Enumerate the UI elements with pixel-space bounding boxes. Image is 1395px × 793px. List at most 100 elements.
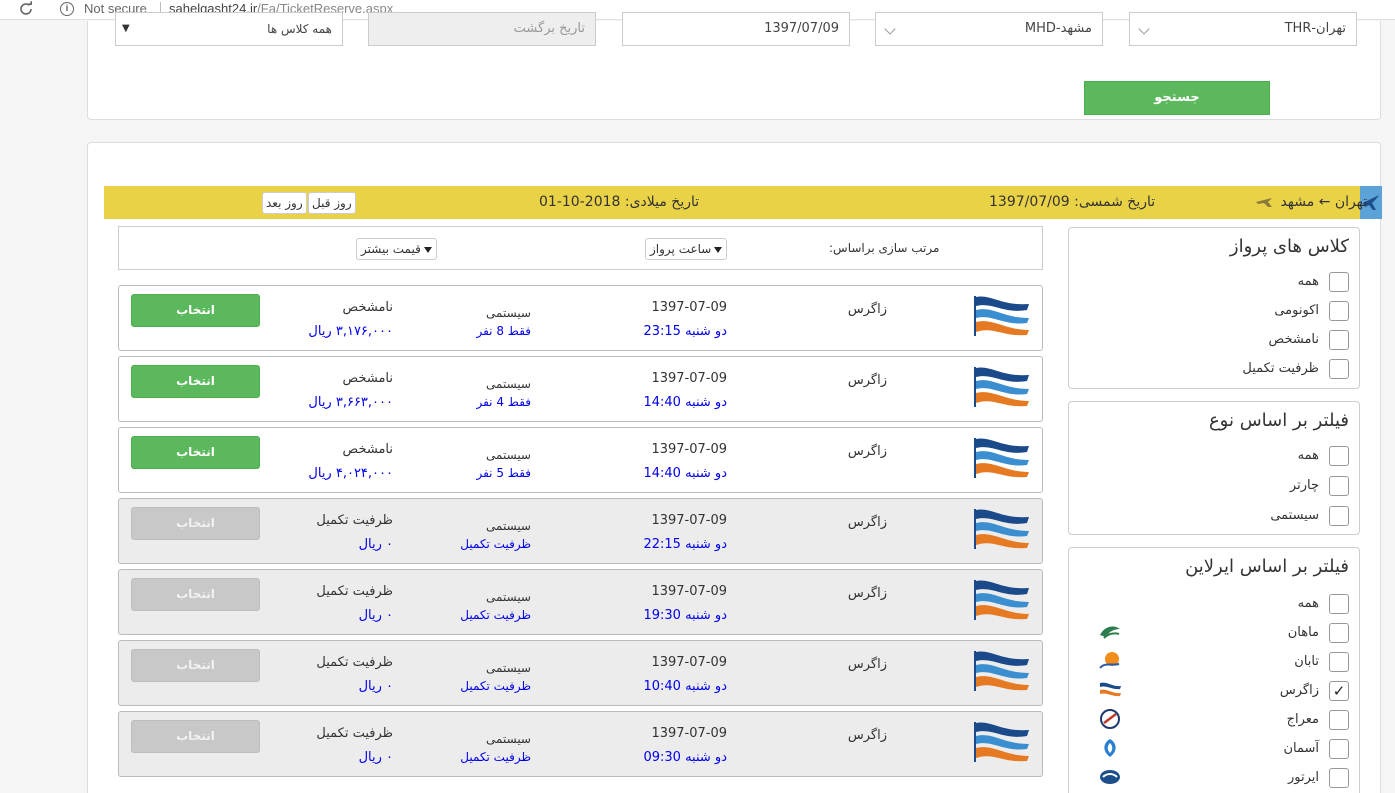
select-flight-button[interactable]: انتخاب — [131, 294, 260, 327]
flight-seats: ظرفیت تکمیل — [460, 608, 531, 622]
select-flight-button[interactable]: انتخاب — [131, 436, 260, 469]
checkbox[interactable]: ✓ — [1329, 681, 1349, 701]
flight-type: سیستمی — [486, 519, 531, 533]
flight-date: 1397-07-09 — [651, 726, 727, 741]
checkbox[interactable] — [1329, 476, 1349, 496]
filter-item-label: همه — [1297, 596, 1319, 611]
dropdown-arrow-icon: ▼ — [122, 23, 130, 34]
checkbox[interactable] — [1329, 506, 1349, 526]
flight-class: ظرفیت تکمیل — [316, 655, 393, 670]
checkbox[interactable] — [1329, 594, 1349, 614]
filter-item[interactable]: همه — [1089, 446, 1349, 466]
info-icon[interactable]: i — [60, 2, 74, 16]
flight-type: سیستمی — [486, 590, 531, 604]
checkbox[interactable] — [1329, 623, 1349, 643]
filter-item-label: ماهان — [1287, 625, 1319, 640]
filter-item[interactable]: تابان — [1089, 652, 1349, 672]
filter-item-label: نامشخص — [1268, 332, 1319, 347]
flight-seats: فقط 4 نفر — [476, 395, 531, 409]
filter-item[interactable]: ایرتور — [1089, 768, 1349, 788]
zagros-logo-icon — [971, 718, 1033, 764]
flight-row: زاگرس 1397-07-09 دو شنبه 14:40 سیستمی فقط 4 … — [118, 356, 1043, 422]
checkbox[interactable] — [1329, 359, 1349, 379]
flight-time: دو شنبه 14:40 — [643, 395, 727, 410]
checkbox[interactable] — [1329, 768, 1349, 788]
flight-seats: فقط 5 نفر — [476, 466, 531, 480]
filter-item[interactable]: ماهان — [1089, 623, 1349, 643]
flight-class: نامشخص — [342, 371, 393, 386]
filter-item[interactable]: همه — [1089, 594, 1349, 614]
flight-airline: زاگرس — [847, 444, 887, 459]
flight-date: 1397-07-09 — [651, 655, 727, 670]
flight-airline: زاگرس — [847, 373, 887, 388]
filter-item-label: ظرفیت تکمیل — [1242, 361, 1319, 376]
flight-airline: زاگرس — [847, 515, 887, 530]
filter-icon — [423, 246, 432, 253]
flight-date: 1397-07-09 — [651, 442, 727, 457]
destination-select[interactable]: مشهد-MHD — [875, 12, 1103, 46]
select-flight-button[interactable]: انتخاب — [131, 365, 260, 398]
filter-item[interactable]: همه — [1089, 272, 1349, 292]
filter-icon — [714, 246, 723, 253]
class-filter-box: کلاس های پرواز همه اکونومی نامشخص ظرفیت تکم… — [1068, 227, 1360, 389]
flight-time: دو شنبه 19:30 — [643, 608, 727, 623]
flight-time: دو شنبه 10:40 — [643, 679, 727, 694]
flight-row: زاگرس 1397-07-09 دو شنبه 10:40 سیستمی ظرفیت … — [118, 640, 1043, 706]
flight-class: ظرفیت تکمیل — [316, 513, 393, 528]
reload-icon[interactable] — [18, 1, 34, 17]
flight-type: سیستمی — [486, 306, 531, 320]
select-flight-button: انتخاب — [131, 507, 260, 540]
origin-select[interactable]: تهران-THR — [1129, 12, 1357, 46]
flight-price: ۰ ریال — [358, 608, 393, 623]
flight-airline: زاگرس — [847, 728, 887, 743]
filter-item[interactable]: معراج — [1089, 709, 1349, 730]
checkbox[interactable] — [1329, 272, 1349, 292]
flight-class: ظرفیت تکمیل — [316, 584, 393, 599]
return-date-input[interactable]: تاریخ برگشت — [368, 12, 596, 46]
prev-day-button[interactable]: روز قبل — [308, 192, 356, 214]
aseman-logo-icon — [1097, 737, 1123, 759]
filter-item[interactable]: ظرفیت تکمیل — [1089, 359, 1349, 379]
filter-item[interactable]: ✓ زاگرس — [1089, 681, 1349, 701]
checkbox[interactable] — [1329, 739, 1349, 759]
class-select[interactable]: همه کلاس ها ▼ — [115, 12, 343, 46]
filter-item[interactable]: اکونومی — [1089, 301, 1349, 321]
depart-date-input[interactable]: 1397/07/09 — [622, 12, 850, 46]
flight-type: سیستمی — [486, 377, 531, 391]
zagros-logo-icon — [971, 647, 1033, 693]
chevron-down-icon — [1138, 23, 1150, 35]
miladi-date: تاریخ میلادی: 2018-10-01 — [539, 194, 700, 210]
zagros-logo-icon — [971, 363, 1033, 409]
class-filter-title: کلاس های پرواز — [1229, 236, 1349, 257]
checkbox[interactable] — [1329, 710, 1349, 730]
sort-by-time-label: ساعت پرواز — [650, 242, 712, 256]
checkbox[interactable] — [1329, 652, 1349, 672]
filter-item[interactable]: سیستمی — [1089, 506, 1349, 526]
flight-class: نامشخص — [342, 300, 393, 315]
flight-row: زاگرس 1397-07-09 دو شنبه 22:15 سیستمی ظرفیت … — [118, 498, 1043, 564]
flight-price: ۰ ریال — [358, 679, 393, 694]
route-bar: تهران ← مشهد تاریخ شمسی: 1397/07/09 تاری… — [104, 186, 1382, 219]
filter-item[interactable]: چارتر — [1089, 476, 1349, 496]
search-button[interactable]: جستجو — [1084, 81, 1270, 115]
filter-item-label: چارتر — [1289, 478, 1319, 493]
checkbox[interactable] — [1329, 330, 1349, 350]
next-day-button[interactable]: روز بعد — [262, 192, 307, 214]
flight-date: 1397-07-09 — [651, 513, 727, 528]
sort-by-time-button[interactable]: ساعت پرواز — [645, 238, 728, 260]
airline-filter-box: فیلتر بر اساس ایرلاین همه ماهان تابان ✓ زاگر… — [1068, 547, 1360, 793]
sort-bar: مرتب سازی براساس: ساعت پرواز قیمت بیشتر — [118, 226, 1043, 270]
flight-time: دو شنبه 22:15 — [643, 537, 727, 552]
filter-item[interactable]: نامشخص — [1089, 330, 1349, 350]
sort-by-price-button[interactable]: قیمت بیشتر — [356, 238, 437, 260]
checkbox[interactable] — [1329, 301, 1349, 321]
filter-item-label: تابان — [1294, 654, 1319, 669]
filter-item[interactable]: آسمان — [1089, 739, 1349, 759]
checkbox[interactable] — [1329, 446, 1349, 466]
flight-row: زاگرس 1397-07-09 دو شنبه 14:40 سیستمی فقط 5 … — [118, 427, 1043, 493]
filter-item-label: آسمان — [1283, 741, 1319, 756]
flight-time: دو شنبه 23:15 — [643, 324, 727, 339]
flight-date: 1397-07-09 — [651, 300, 727, 315]
route-label: تهران ← مشهد — [1280, 194, 1368, 210]
class-value: همه کلاس ها — [267, 22, 332, 36]
